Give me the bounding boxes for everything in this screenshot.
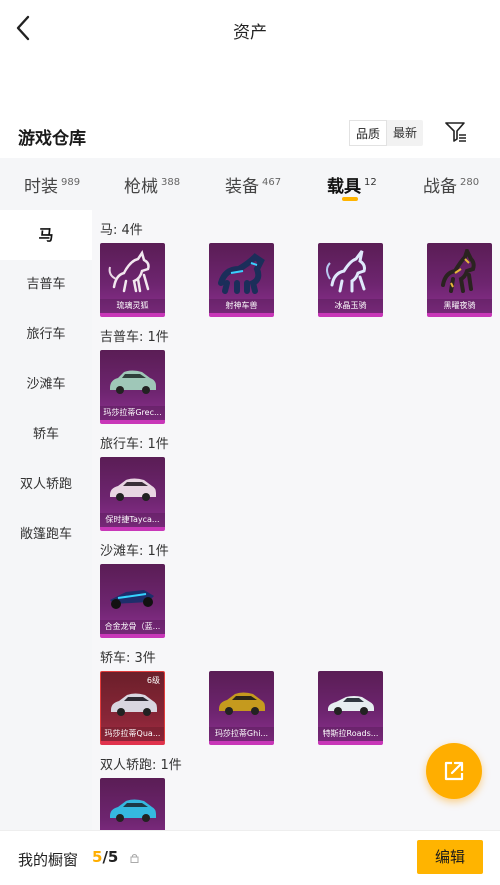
beast-mount-image [218,253,265,294]
item-card[interactable]: 射神车兽 [209,243,274,317]
showcase-count: 5/5 [92,848,118,866]
item-name: 琉璃灵狐 [100,299,165,313]
sidebar: 马 吉普车 旅行车 沙滩车 轿车 双人轿跑 敞篷跑车 [0,210,92,830]
bottom-bar: 我的橱窗 5/5 编辑 [0,830,500,885]
section-label-beach-buggy: 沙滩车: 1件 [100,544,169,559]
showcase-label: 我的橱窗 [18,851,79,869]
tab-count: 467 [262,177,282,188]
fox-mount-image [108,250,150,293]
sidebar-item-horse[interactable]: 马 [0,210,92,260]
item-name: 玛莎拉蒂Ghi... [209,727,274,741]
edit-button[interactable]: 编辑 [417,840,483,874]
tab-count: 388 [161,177,181,188]
item-card[interactable]: 特斯拉Roads... [318,671,383,745]
tab-count: 989 [61,177,81,188]
tab-label: 枪械 [124,177,158,197]
item-name: 冰晶玉骑 [318,299,383,313]
ice-unicorn-image [326,250,366,293]
item-card[interactable]: 合金龙骨（蓝... [100,564,165,638]
item-card[interactable]: 玛莎拉蒂Grec... [100,350,165,424]
sort-option-quality[interactable]: 品质 [349,120,388,146]
item-level-badge: 6级 [146,676,160,685]
dark-horse-image [441,249,476,293]
item-name: 特斯拉Roads... [318,727,383,741]
gold-car-image [219,692,265,715]
sidebar-item-beach-buggy[interactable]: 沙滩车 [0,360,92,410]
formula-car-image [110,590,154,609]
section-label-horse: 马: 4件 [100,223,143,238]
section-label-sedan: 轿车: 3件 [100,651,156,666]
item-name: 合金龙骨（蓝... [100,620,165,634]
sidebar-item-wagon[interactable]: 旅行车 [0,310,92,360]
item-grid: 马: 4件 琉璃灵狐 射神车兽 冰晶玉骑 黑曜夜骑 吉普车: 1件 玛莎拉蒂Gr… [92,210,500,830]
item-name: 保时捷Tayca... [100,513,165,527]
filter-icon[interactable] [444,120,468,144]
chevron-left-icon[interactable] [12,14,36,42]
showcase-current: 5 [92,848,103,866]
green-car-image [110,370,156,394]
share-button[interactable] [426,743,482,799]
item-card[interactable]: 6级 玛莎拉蒂Qua... [100,671,165,745]
sort-option-newest[interactable]: 最新 [387,120,423,146]
item-name: 玛莎拉蒂Grec... [100,406,165,420]
top-bar: 资产 [0,0,500,60]
tab-label: 战备 [423,177,457,197]
lock-icon [130,854,139,863]
sidebar-item-convertible[interactable]: 敞篷跑车 [0,510,92,560]
tab-label: 载具 [327,177,361,197]
tab-label: 时装 [24,177,58,197]
section-label-coupe: 双人轿跑: 1件 [100,758,182,773]
sidebar-item-coupe[interactable]: 双人轿跑 [0,460,92,510]
white-roadster-image [328,696,374,715]
category-tabs: 时装 989 枪械 388 装备 467 载具 12 战备 280 [0,158,500,210]
pink-car-image [110,478,156,501]
section-label-jeep: 吉普车: 1件 [100,330,169,345]
showcase-total: /5 [102,848,119,866]
item-card[interactable] [100,778,165,830]
section-label-wagon: 旅行车: 1件 [100,437,169,452]
warehouse-title: 游戏仓库 [18,129,86,149]
item-card[interactable]: 冰晶玉骑 [318,243,383,317]
sidebar-item-jeep[interactable]: 吉普车 [0,260,92,310]
share-external-icon [444,761,464,781]
item-card[interactable]: 保时捷Tayca... [100,457,165,531]
page-title: 资产 [233,22,267,43]
item-card[interactable]: 黑曜夜骑 [427,243,492,317]
tab-count: 12 [364,177,377,188]
tab-count: 280 [460,177,480,188]
sort-toggle: 品质 最新 [349,120,424,146]
item-card[interactable]: 琉璃灵狐 [100,243,165,317]
item-name: 玛莎拉蒂Qua... [101,727,164,741]
tab-supplies[interactable]: 战备 280 [423,172,479,197]
blue-car-image [110,799,156,822]
tab-equipment[interactable]: 装备 467 [225,172,281,197]
tab-fashion[interactable]: 时装 989 [24,172,80,197]
warehouse-header: 游戏仓库 品质 最新 [0,116,500,156]
sidebar-item-sedan[interactable]: 轿车 [0,410,92,460]
item-name: 射神车兽 [209,299,274,313]
tab-vehicles[interactable]: 载具 12 [327,172,377,197]
item-card[interactable]: 玛莎拉蒂Ghi... [209,671,274,745]
tab-firearms[interactable]: 枪械 388 [124,172,180,197]
active-tab-indicator [342,197,358,201]
tab-label: 装备 [225,177,259,197]
item-name: 黑曜夜骑 [427,299,492,313]
